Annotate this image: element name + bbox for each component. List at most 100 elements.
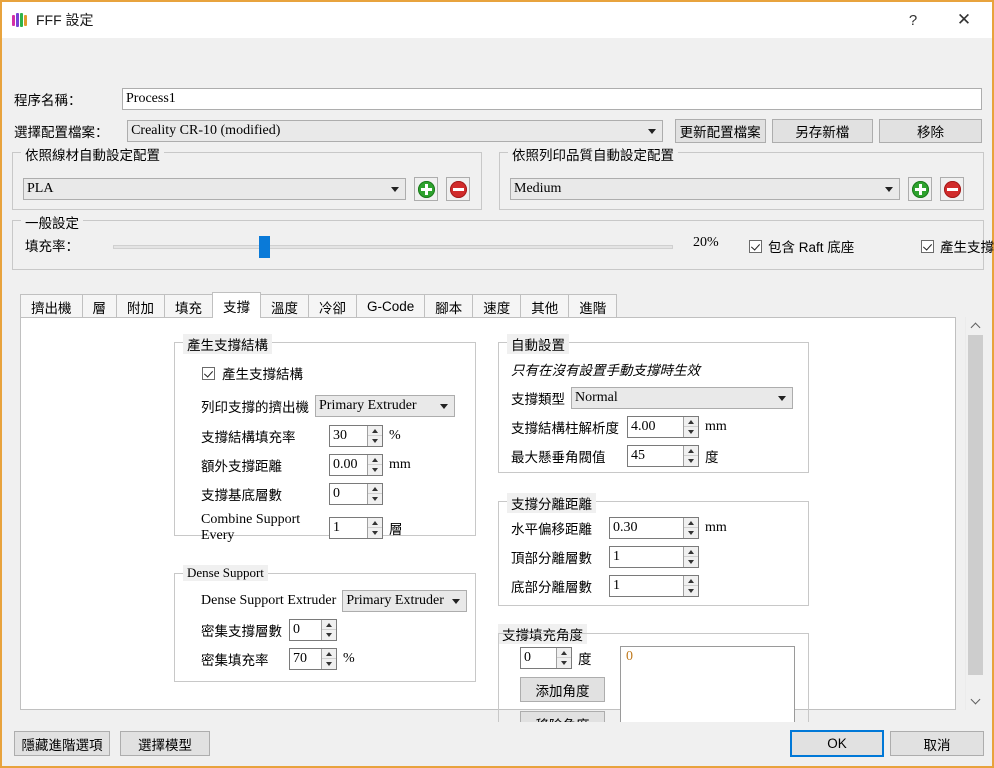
spinner-down-icon[interactable] bbox=[684, 427, 698, 437]
overhang-angle-value[interactable]: 45 bbox=[628, 446, 683, 466]
add-quality-button[interactable] bbox=[908, 177, 932, 201]
support-checkbox-row[interactable]: 產生支撐 bbox=[921, 236, 994, 256]
angle-spinner[interactable]: 0 bbox=[520, 647, 572, 669]
spinner-up-icon[interactable] bbox=[684, 576, 698, 586]
dense-layers-spin-buttons[interactable] bbox=[321, 620, 336, 640]
tab-4[interactable]: 支撐 bbox=[212, 292, 261, 318]
spinner-up-icon[interactable] bbox=[557, 648, 571, 658]
profile-select[interactable]: Creality CR-10 (modified) bbox=[127, 120, 663, 142]
hide-advanced-button[interactable]: 隱藏進階選項 bbox=[14, 731, 110, 756]
horizontal-offset-value[interactable]: 0.30 bbox=[610, 518, 683, 538]
overhang-angle-spinner[interactable]: 45 bbox=[627, 445, 699, 467]
raft-checkbox[interactable] bbox=[749, 239, 762, 253]
dense-layers-spinner[interactable]: 0 bbox=[289, 619, 337, 641]
remove-material-button[interactable] bbox=[446, 177, 470, 201]
dense-infill-spin-buttons[interactable] bbox=[321, 649, 336, 669]
spinner-down-icon[interactable] bbox=[368, 528, 382, 538]
spinner-up-icon[interactable] bbox=[368, 455, 382, 465]
tab-0[interactable]: 擠出機 bbox=[20, 294, 83, 318]
spinner-down-icon[interactable] bbox=[368, 465, 382, 475]
spinner-down-icon[interactable] bbox=[684, 557, 698, 567]
pillar-resolution-spinner[interactable]: 4.00 bbox=[627, 416, 699, 438]
infill-rate-slider-thumb[interactable] bbox=[259, 236, 271, 258]
spinner-up-icon[interactable] bbox=[684, 518, 698, 528]
horizontal-offset-spin-buttons[interactable] bbox=[683, 518, 698, 538]
material-select[interactable]: PLA bbox=[23, 178, 406, 200]
base-layers-value[interactable]: 0 bbox=[330, 484, 367, 504]
spinner-up-icon[interactable] bbox=[684, 417, 698, 427]
dense-infill-value[interactable]: 70 bbox=[290, 649, 321, 669]
dense-infill-spinner[interactable]: 70 bbox=[289, 648, 337, 670]
top-separation-spinner[interactable]: 1 bbox=[609, 546, 699, 568]
extra-distance-spin-buttons[interactable] bbox=[367, 455, 382, 475]
help-button[interactable]: ? bbox=[890, 3, 936, 37]
tab-2[interactable]: 附加 bbox=[116, 294, 165, 318]
update-profile-button[interactable]: 更新配置檔案 bbox=[674, 119, 766, 143]
spinner-up-icon[interactable] bbox=[684, 547, 698, 557]
generate-support-checkbox[interactable] bbox=[202, 366, 215, 380]
tab-7[interactable]: G-Code bbox=[356, 294, 426, 318]
process-name-input[interactable]: Process1 bbox=[122, 88, 982, 110]
remove-quality-button[interactable] bbox=[940, 177, 964, 201]
combine-support-spinner[interactable]: 1 bbox=[329, 517, 383, 539]
overhang-angle-spin-buttons[interactable] bbox=[683, 446, 698, 466]
tab-6[interactable]: 冷卻 bbox=[308, 294, 357, 318]
support-type-select[interactable]: Normal bbox=[571, 387, 793, 409]
support-infill-spinner[interactable]: 30 bbox=[329, 425, 383, 447]
pillar-resolution-spin-buttons[interactable] bbox=[683, 417, 698, 437]
base-layers-spinner[interactable]: 0 bbox=[329, 483, 383, 505]
spinner-up-icon[interactable] bbox=[368, 426, 382, 436]
angle-spin-buttons[interactable] bbox=[556, 648, 571, 668]
spinner-down-icon[interactable] bbox=[557, 658, 571, 668]
spinner-down-icon[interactable] bbox=[322, 630, 336, 640]
tab-11[interactable]: 進階 bbox=[568, 294, 618, 318]
bottom-separation-spinner[interactable]: 1 bbox=[609, 575, 699, 597]
extra-distance-value[interactable]: 0.00 bbox=[330, 455, 367, 475]
tab-1[interactable]: 層 bbox=[81, 294, 117, 318]
spinner-down-icon[interactable] bbox=[684, 456, 698, 466]
combine-support-value[interactable]: 1 bbox=[330, 518, 367, 538]
tab-9[interactable]: 速度 bbox=[472, 294, 522, 318]
tab-5[interactable]: 溫度 bbox=[260, 294, 309, 318]
add-angle-button[interactable]: 添加角度 bbox=[520, 677, 605, 702]
tab-3[interactable]: 填充 bbox=[164, 294, 213, 318]
bottom-separation-spin-buttons[interactable] bbox=[683, 576, 698, 596]
spinner-up-icon[interactable] bbox=[322, 649, 336, 659]
scrollbar-thumb[interactable] bbox=[968, 335, 983, 675]
bottom-separation-value[interactable]: 1 bbox=[610, 576, 683, 596]
dense-extruder-select[interactable]: Primary Extruder bbox=[342, 590, 468, 612]
extra-distance-spinner[interactable]: 0.00 bbox=[329, 454, 383, 476]
dense-layers-value[interactable]: 0 bbox=[290, 620, 321, 640]
list-item[interactable]: 0 bbox=[621, 647, 794, 667]
spinner-down-icon[interactable] bbox=[684, 586, 698, 596]
pillar-resolution-value[interactable]: 4.00 bbox=[628, 417, 683, 437]
spinner-up-icon[interactable] bbox=[322, 620, 336, 630]
save-as-button[interactable]: 另存新檔 bbox=[771, 119, 873, 143]
support-infill-value[interactable]: 30 bbox=[330, 426, 367, 446]
spinner-up-icon[interactable] bbox=[368, 518, 382, 528]
select-models-button[interactable]: 選擇模型 bbox=[120, 731, 210, 756]
close-icon[interactable]: ✕ bbox=[936, 3, 992, 37]
support-checkbox[interactable] bbox=[921, 239, 934, 253]
support-extruder-select[interactable]: Primary Extruder bbox=[315, 395, 455, 417]
spinner-down-icon[interactable] bbox=[368, 494, 382, 504]
tab-8[interactable]: 腳本 bbox=[424, 294, 474, 318]
support-infill-spin-buttons[interactable] bbox=[367, 426, 382, 446]
scroll-up-button[interactable] bbox=[966, 317, 984, 335]
infill-rate-slider[interactable] bbox=[113, 236, 673, 258]
top-separation-spin-buttons[interactable] bbox=[683, 547, 698, 567]
spinner-down-icon[interactable] bbox=[368, 436, 382, 446]
base-layers-spin-buttons[interactable] bbox=[367, 484, 382, 504]
horizontal-offset-spinner[interactable]: 0.30 bbox=[609, 517, 699, 539]
raft-checkbox-row[interactable]: 包含 Raft 底座 bbox=[749, 236, 854, 256]
vertical-scrollbar[interactable] bbox=[965, 317, 984, 710]
generate-support-row[interactable]: 產生支撐結構 bbox=[202, 363, 303, 383]
combine-support-spin-buttons[interactable] bbox=[367, 518, 382, 538]
ok-button[interactable]: OK bbox=[790, 730, 884, 757]
spinner-up-icon[interactable] bbox=[684, 446, 698, 456]
spinner-up-icon[interactable] bbox=[368, 484, 382, 494]
scroll-down-button[interactable] bbox=[966, 692, 984, 710]
tab-10[interactable]: 其他 bbox=[520, 294, 570, 318]
remove-profile-button[interactable]: 移除 bbox=[878, 119, 983, 143]
spinner-down-icon[interactable] bbox=[684, 528, 698, 538]
